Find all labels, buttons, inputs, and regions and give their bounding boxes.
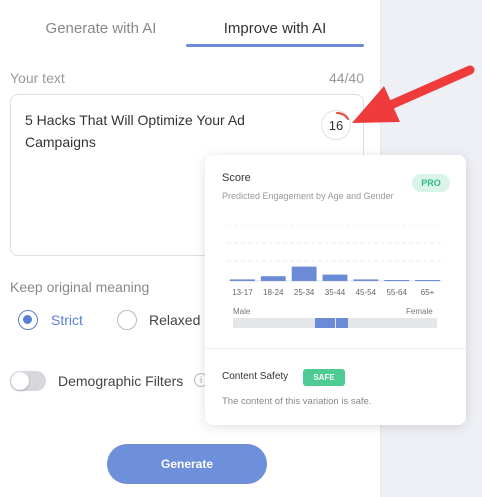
score-popover: Score Predicted Engagement by Age and Ge… [205, 155, 466, 425]
safe-badge: SAFE [303, 369, 345, 386]
gender-bar-female [336, 318, 349, 328]
chart-bar-45-54 [353, 279, 379, 281]
content-safety-label: Content Safety [222, 371, 289, 382]
chart-tick-label: 55-64 [386, 288, 407, 297]
popover-subtitle: Predicted Engagement by Age and Gender [222, 191, 394, 201]
chart-tick-label: 45-54 [356, 288, 377, 297]
radio-strict-label[interactable]: Strict [51, 312, 83, 328]
radio-relaxed[interactable] [117, 310, 137, 330]
tab-generate-with-ai[interactable]: Generate with AI [18, 20, 184, 46]
keep-original-meaning-label: Keep original meaning [10, 279, 150, 295]
chart-tick-label: 18-24 [263, 288, 284, 297]
active-tab-indicator [186, 44, 364, 47]
tab-improve-with-ai[interactable]: Improve with AI [186, 20, 364, 46]
engagement-chart: 13-17 18-24 25-34 35-44 45-54 55-64 65+ [227, 225, 443, 297]
chart-bar-25-34 [291, 266, 317, 281]
generate-button[interactable]: Generate [107, 444, 267, 484]
pro-badge: PRO [412, 174, 450, 192]
text-input-value[interactable]: 5 Hacks That Will Optimize Your Ad Campa… [25, 109, 295, 153]
demographic-filters-label: Demographic Filters [58, 373, 184, 389]
chart-bar-13-17 [230, 279, 255, 281]
content-safety-description: The content of this variation is safe. [222, 396, 372, 407]
radio-strict[interactable] [18, 310, 38, 330]
chart-bar-55-64 [384, 280, 410, 281]
chart-bar-65+ [415, 280, 440, 281]
gender-bar-male [314, 318, 335, 328]
popover-divider [205, 348, 466, 349]
chart-tick-label: 13-17 [232, 288, 253, 297]
gender-bar [233, 318, 437, 328]
your-text-label: Your text [10, 70, 65, 86]
popover-score-title: Score [222, 172, 251, 184]
toggle-knob [11, 372, 29, 390]
chart-tick-label: 65+ [421, 288, 435, 297]
chart-tick-label: 25-34 [294, 288, 315, 297]
gender-male-label: Male [233, 307, 251, 316]
demographic-filters-toggle[interactable] [10, 371, 46, 391]
score-value: 16 [328, 117, 344, 133]
radio-relaxed-label[interactable]: Relaxed [149, 312, 200, 328]
chart-tick-label: 35-44 [325, 288, 346, 297]
red-arrow-icon [352, 65, 475, 123]
chart-bar-18-24 [260, 276, 286, 281]
chart-bar-35-44 [322, 274, 348, 281]
gender-female-label: Female [406, 307, 433, 316]
